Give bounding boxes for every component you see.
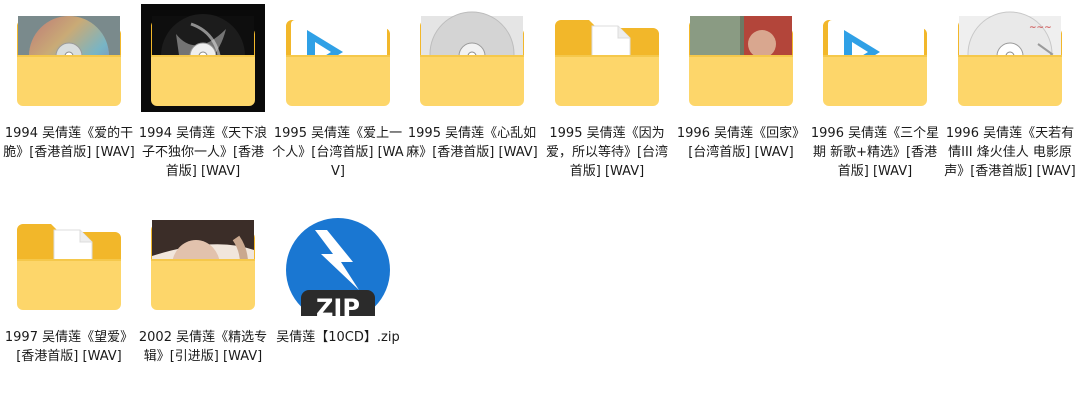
folder-item[interactable]: 1997 吴倩莲《望爱》[香港首版] [WAV] <box>2 208 136 408</box>
file-grid: 1994 吴倩莲《爱的干脆》[香港首版] [WAV] 1994 吴倩莲《天下浪子不… <box>0 0 1087 419</box>
zip-file-item[interactable]: ZIP 吴倩莲【10CD】.zip <box>271 208 405 408</box>
item-name-label: 2002 吴倩莲《精选专辑》[引进版] [WAV] <box>138 330 268 364</box>
folder-item[interactable]: 1995 吴倩莲《心乱如麻》[香港首版] [WAV] <box>405 4 539 204</box>
folder-item[interactable]: ~~~ 1996 吴倩莲《天若有情III 烽火佳人 电影原声》[香港首版] [WA… <box>943 4 1077 204</box>
item-name-label: 1996 吴倩莲《天若有情III 烽火佳人 电影原声》[香港首版] [WAV] <box>944 126 1076 179</box>
zip-archive-icon: ZIP <box>271 208 405 316</box>
folder-with-cd-icon <box>2 4 136 112</box>
item-name-label: 1995 吴倩莲《爱上一个人》[台湾首版] [WAV] <box>272 126 404 179</box>
item-name-label: 1997 吴倩莲《望爱》[香港首版] [WAV] <box>4 330 134 364</box>
folder-item[interactable]: 1995 吴倩莲《爱上一个人》[台湾首版] [WAV] <box>271 4 405 204</box>
folder-with-document-icon <box>540 4 674 112</box>
folder-item[interactable]: 1996 吴倩莲《三个星期 新歌+精选》[香港首版] [WAV] <box>808 4 942 204</box>
folder-with-media-icon <box>808 4 942 112</box>
folder-with-cd-icon <box>136 4 270 112</box>
folder-item[interactable]: 2002 吴倩莲《精选专辑》[引进版] [WAV] <box>136 208 270 408</box>
item-name-label: 1995 吴倩莲《因为爱，所以等待》[台湾首版] [WAV] <box>545 126 669 179</box>
folder-with-media-icon <box>271 4 405 112</box>
item-name-label: 1996 吴倩莲《回家》[台湾首版] [WAV] <box>676 126 806 160</box>
item-name-label: 1994 吴倩莲《爱的干脆》[香港首版] [WAV] <box>3 126 135 160</box>
item-name-label: 1996 吴倩莲《三个星期 新歌+精选》[香港首版] [WAV] <box>810 126 940 179</box>
folder-with-cd-icon: ~~~ <box>943 4 1077 112</box>
folder-item[interactable]: 1994 吴倩莲《天下浪子不独你一人》[香港首版] [WAV] <box>136 4 270 204</box>
folder-with-photo-icon <box>136 208 270 316</box>
folder-item[interactable]: 1994 吴倩莲《爱的干脆》[香港首版] [WAV] <box>2 4 136 204</box>
folder-item[interactable]: 1995 吴倩莲《因为爱，所以等待》[台湾首版] [WAV] <box>540 4 674 204</box>
svg-text:ZIP: ZIP <box>316 294 360 316</box>
folder-with-document-icon <box>2 208 136 316</box>
folder-with-photo-icon <box>674 4 808 112</box>
item-name-label: 吴倩莲【10CD】.zip <box>276 330 400 345</box>
svg-text:~~~: ~~~ <box>1029 23 1052 33</box>
folder-item[interactable]: 1996 吴倩莲《回家》[台湾首版] [WAV] <box>674 4 808 204</box>
item-name-label: 1994 吴倩莲《天下浪子不独你一人》[香港首版] [WAV] <box>138 126 268 179</box>
folder-with-cd-icon <box>405 4 539 112</box>
item-name-label: 1995 吴倩莲《心乱如麻》[香港首版] [WAV] <box>406 126 538 160</box>
